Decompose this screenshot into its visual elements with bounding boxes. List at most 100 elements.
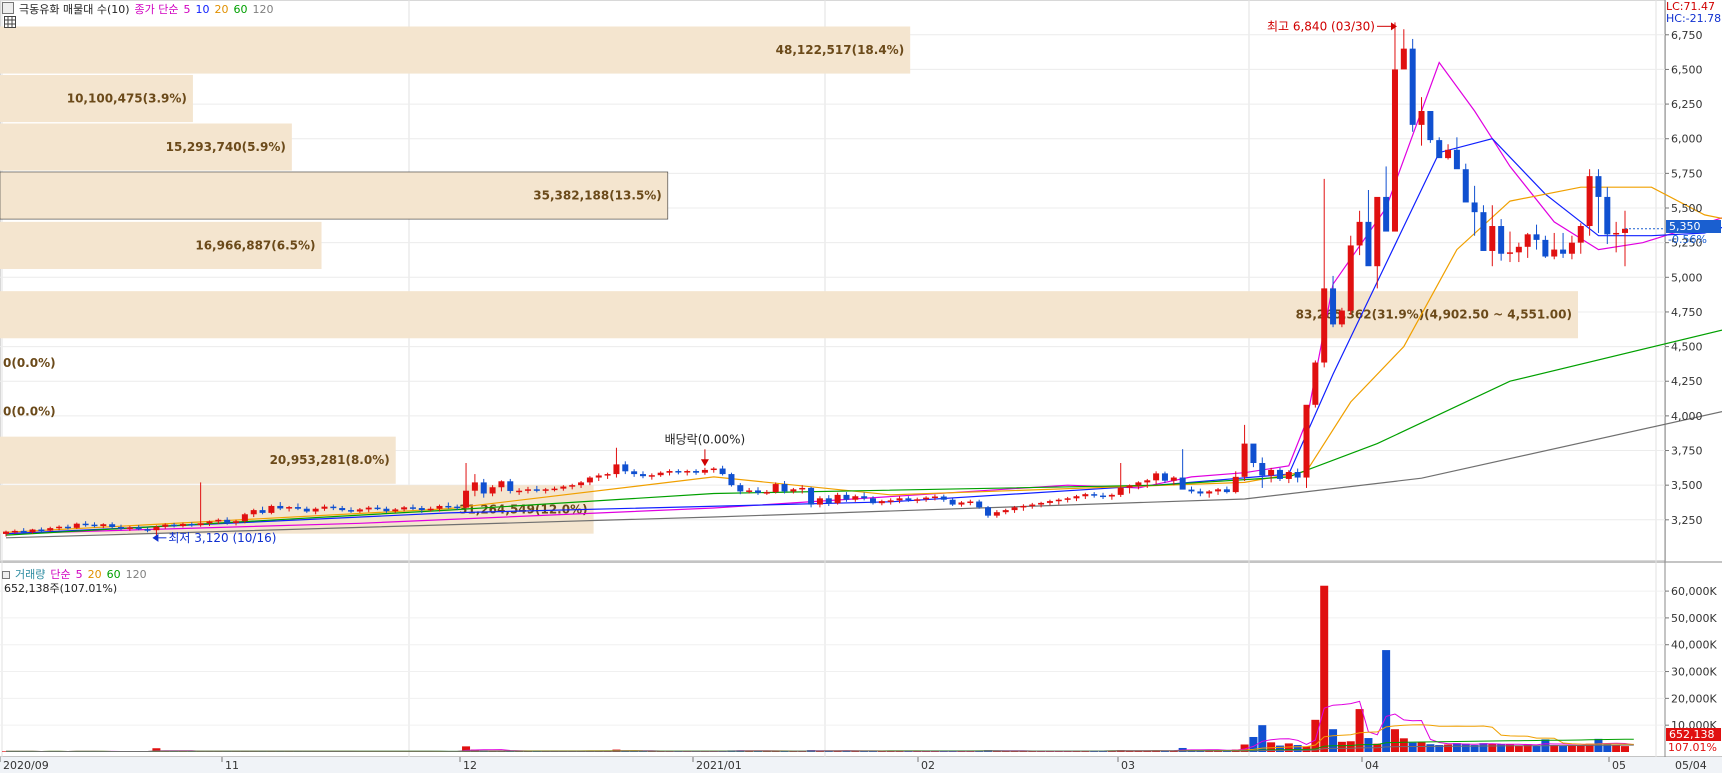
ma-period-120[interactable]: 120 bbox=[253, 3, 274, 16]
price-tick-label: 5,500 bbox=[1671, 202, 1703, 215]
candle-body bbox=[781, 484, 788, 492]
candle-body bbox=[1126, 485, 1133, 488]
candle-body bbox=[569, 485, 576, 487]
price-tick-label: 4,000 bbox=[1671, 410, 1703, 423]
candle-body bbox=[303, 508, 310, 512]
candle-body bbox=[763, 492, 770, 494]
price-tick-label: 3,500 bbox=[1671, 479, 1703, 492]
candle-body bbox=[454, 506, 461, 509]
candle-body bbox=[808, 487, 815, 505]
ma-period-60[interactable]: 60 bbox=[234, 3, 248, 16]
grid bbox=[0, 0, 1722, 773]
candle-body bbox=[1453, 149, 1460, 170]
candle-body bbox=[427, 508, 434, 511]
candle-body bbox=[887, 500, 894, 502]
candle-body bbox=[958, 502, 965, 505]
candle-body bbox=[923, 497, 930, 500]
ma-period-20[interactable]: 20 bbox=[215, 3, 229, 16]
volume-bar bbox=[1452, 743, 1461, 752]
candle-body bbox=[20, 530, 27, 533]
volume-bar bbox=[1461, 743, 1470, 752]
candle-body bbox=[1586, 176, 1593, 227]
current-price-badge: 5,350 bbox=[1666, 220, 1721, 233]
candle-body bbox=[940, 496, 947, 500]
volume-ratio-label: 107.01% bbox=[1668, 741, 1717, 754]
candle-body bbox=[29, 529, 36, 533]
candle-body bbox=[976, 501, 983, 508]
candle-body bbox=[1418, 111, 1425, 125]
candle-body bbox=[1064, 498, 1071, 500]
candle-body bbox=[578, 482, 585, 486]
candle-body bbox=[286, 507, 293, 509]
candle-body bbox=[666, 471, 673, 473]
candle-body bbox=[1100, 495, 1107, 498]
time-tick-label: 03 bbox=[1121, 759, 1135, 772]
volume-bar bbox=[1337, 741, 1346, 752]
price-tick-label: 5,000 bbox=[1671, 271, 1703, 284]
candle-body bbox=[1595, 176, 1602, 197]
volume-pane-menu-icon[interactable] bbox=[2, 571, 10, 579]
candle-body bbox=[1506, 252, 1513, 254]
volume-bar bbox=[1399, 738, 1408, 752]
candle-body bbox=[1330, 288, 1337, 325]
candle-body bbox=[949, 499, 956, 505]
profile-label: 0(0.0%) bbox=[3, 405, 56, 419]
candle-body bbox=[1391, 69, 1398, 232]
grid-icon[interactable] bbox=[4, 16, 16, 31]
candle-body bbox=[507, 481, 514, 491]
candle-body bbox=[401, 507, 408, 510]
current-volume-label: 652,138주(107.01%) bbox=[4, 582, 118, 595]
candle-body bbox=[38, 529, 45, 532]
profile-label: 0(0.0%) bbox=[3, 356, 56, 370]
candle-body bbox=[224, 519, 231, 523]
candle-body bbox=[1604, 196, 1611, 235]
price-tick-label: 6,000 bbox=[1671, 133, 1703, 146]
price-tick-label: 6,750 bbox=[1671, 29, 1703, 42]
candle-body bbox=[754, 490, 761, 493]
candle-body bbox=[985, 507, 992, 516]
candle-body bbox=[825, 498, 832, 504]
candle-body bbox=[1153, 473, 1160, 481]
candle-body bbox=[772, 484, 779, 493]
candle-body bbox=[1285, 472, 1292, 479]
vol-tick-label: 20,000K bbox=[1671, 692, 1717, 705]
ma-period-5[interactable]: 5 bbox=[184, 3, 191, 16]
volume-bar bbox=[1293, 745, 1302, 752]
ma-type-label[interactable]: 종가 단순 bbox=[135, 3, 179, 16]
candle-body bbox=[348, 510, 355, 512]
candle-body bbox=[1082, 494, 1089, 497]
candle-body bbox=[312, 508, 319, 512]
candle-body bbox=[233, 521, 240, 523]
candle-body bbox=[1471, 202, 1478, 213]
candle-body bbox=[11, 530, 18, 533]
candle-body bbox=[489, 487, 496, 494]
candle-body bbox=[1002, 510, 1009, 513]
time-tick-label: 05/04 bbox=[1675, 759, 1707, 772]
candle-body bbox=[1091, 494, 1098, 496]
candle-body bbox=[471, 482, 478, 491]
instrument-title[interactable]: 극동유화 매물대 수(10) bbox=[19, 3, 130, 16]
candle-body bbox=[1170, 477, 1177, 481]
candle-body bbox=[1568, 242, 1575, 254]
pane-menu-icon[interactable] bbox=[2, 2, 14, 14]
candle-body bbox=[1533, 234, 1540, 240]
price-tick-label: 6,250 bbox=[1671, 98, 1703, 111]
candle-body bbox=[1011, 507, 1018, 511]
candle-body bbox=[1480, 212, 1487, 251]
candle-body bbox=[790, 489, 797, 492]
volume-ma-period-120[interactable]: 120 bbox=[126, 568, 147, 581]
candle-body bbox=[1073, 496, 1080, 499]
candle-body bbox=[100, 524, 107, 527]
candle-body bbox=[268, 505, 275, 513]
ma-period-10[interactable]: 10 bbox=[196, 3, 210, 16]
candle-body bbox=[436, 505, 443, 509]
price-pane-header: 극동유화 매물대 수(10) 종가 단순 5 10 20 60 120 bbox=[2, 1, 279, 17]
candle-body bbox=[418, 508, 425, 511]
candle-body bbox=[409, 507, 416, 509]
candle-body bbox=[1223, 489, 1230, 493]
profile-label: 20,953,281(8.0%) bbox=[270, 453, 390, 467]
profile-label: 35,382,188(13.5%) bbox=[533, 189, 662, 203]
volume-bar bbox=[1559, 745, 1568, 752]
candle-body bbox=[365, 507, 372, 510]
candle-body bbox=[1560, 249, 1567, 254]
